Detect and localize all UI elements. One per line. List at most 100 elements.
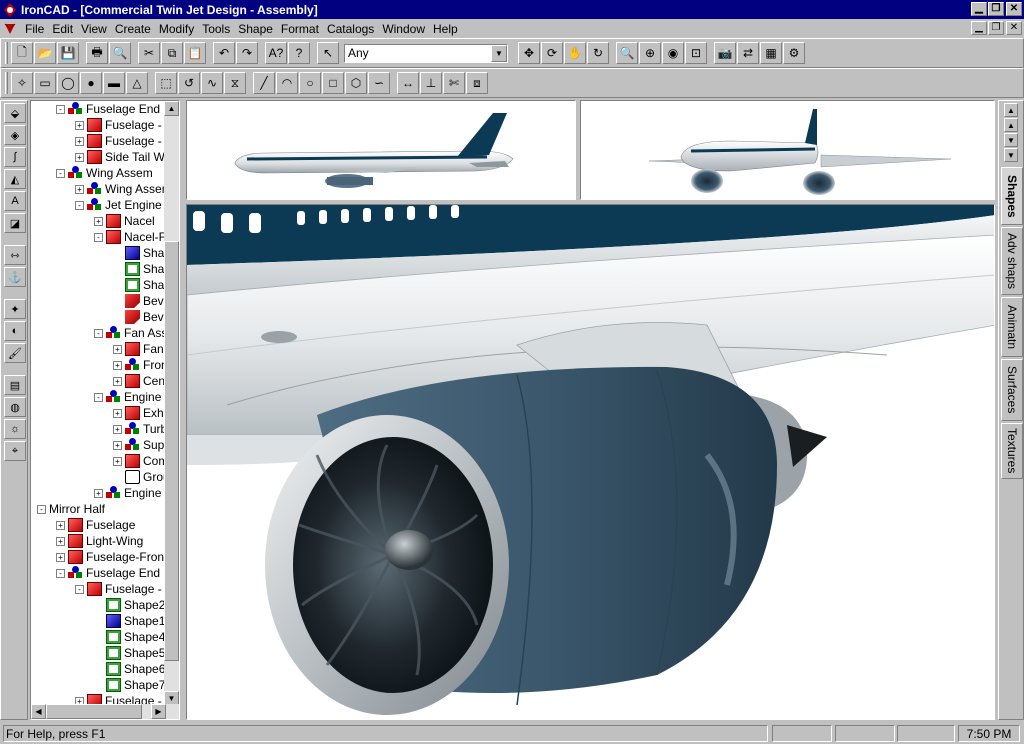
scroll-left-button[interactable]: ◀ [31, 704, 46, 719]
tree-node[interactable]: Shape7 [94, 677, 165, 693]
offset-button[interactable]: ⧈ [466, 72, 488, 94]
color-button[interactable]: ◐ [4, 321, 26, 341]
sphere-button[interactable]: ● [80, 72, 102, 94]
circle-button[interactable]: ○ [299, 72, 321, 94]
cylinder-button[interactable]: ◯ [57, 72, 79, 94]
tree-node[interactable]: Bev [113, 293, 164, 309]
paste-button[interactable]: 📋 [184, 42, 206, 64]
tree-node[interactable]: + Fan [113, 341, 164, 357]
tree-node[interactable]: - Jet Engine [75, 197, 162, 213]
tab-surfaces[interactable]: Surfaces [1001, 359, 1023, 421]
light-button[interactable]: ☼ [4, 419, 26, 439]
triball-button[interactable]: ✧ [11, 72, 33, 94]
walk-button[interactable]: ⇄ [737, 42, 759, 64]
arc-button[interactable]: ◠ [276, 72, 298, 94]
new-button[interactable]: 🗋 [11, 42, 33, 64]
toolbar-grip[interactable] [5, 42, 8, 64]
shape-button[interactable]: ◈ [4, 125, 26, 145]
expand-icon[interactable]: + [56, 536, 65, 546]
tree-node[interactable]: - Fuselage - E [75, 581, 166, 597]
rectangle-button[interactable]: □ [322, 72, 344, 94]
collapse-icon[interactable]: - [94, 232, 103, 242]
fit-view-button[interactable]: ⊡ [685, 42, 707, 64]
menu-format[interactable]: Format [277, 22, 323, 36]
bump-button[interactable]: ◍ [4, 397, 26, 417]
slab-button[interactable]: ▬ [103, 72, 125, 94]
tree-node[interactable]: + Nacel [94, 213, 155, 229]
doc-close-button[interactable]: ✕ [1006, 21, 1022, 35]
bspline-button[interactable]: ∽ [368, 72, 390, 94]
document-icon[interactable] [2, 21, 18, 37]
smart-dim-button[interactable]: ⇿ [4, 245, 26, 265]
polygon-button[interactable]: ⬡ [345, 72, 367, 94]
scroll-right-button[interactable]: ▶ [151, 704, 166, 719]
text-button[interactable]: A [4, 191, 26, 211]
constraint-button[interactable]: ⊥ [420, 72, 442, 94]
tab-animatn[interactable]: Animatn [1001, 297, 1023, 357]
tree-node[interactable]: + Sup [113, 437, 164, 453]
tree-node[interactable]: - Nacel-F [94, 229, 166, 245]
chevron-down-icon[interactable]: ▼ [491, 44, 507, 62]
scroll-up-button[interactable]: ▲ [164, 101, 179, 116]
tree-node[interactable]: Shape6 [94, 661, 165, 677]
tree-node[interactable]: Shape5 [94, 645, 165, 661]
menu-edit[interactable]: Edit [48, 22, 77, 36]
tree-node[interactable]: + Fron [113, 357, 166, 373]
orbit-button[interactable]: ⟳ [541, 42, 563, 64]
toolbar-grip[interactable] [5, 72, 8, 94]
zoom-window-button[interactable]: ⊕ [639, 42, 661, 64]
view-settings-button[interactable]: ⚙ [783, 42, 805, 64]
tree-node[interactable]: + Fuselage [56, 517, 135, 533]
tree-node[interactable]: + Engine I [94, 485, 166, 501]
pan-button[interactable]: ✋ [564, 42, 586, 64]
tree-node[interactable]: + Exh [113, 405, 164, 421]
doc-restore-button[interactable]: ❐ [988, 21, 1004, 35]
spin-button[interactable]: ↺ [178, 72, 200, 94]
hscroll-thumb[interactable] [46, 704, 142, 719]
tab-shapes[interactable]: Shapes [1001, 167, 1023, 225]
expand-icon[interactable]: + [56, 552, 65, 562]
tab-adv-shaps[interactable]: Adv shaps [1001, 227, 1023, 295]
viewport-side-view[interactable] [186, 100, 576, 200]
tree-node[interactable]: Sha [113, 261, 164, 277]
expand-icon[interactable]: + [75, 136, 84, 146]
expand-icon[interactable]: + [113, 424, 122, 434]
surface-button[interactable]: ◭ [4, 169, 26, 189]
tree-node[interactable]: + Fuselage-Front [56, 549, 166, 565]
menu-file[interactable]: File [21, 22, 48, 36]
redo-button[interactable]: ↷ [236, 42, 258, 64]
expand-icon[interactable]: + [113, 456, 122, 466]
print-preview-button[interactable]: 🔍 [109, 42, 131, 64]
catalog-scroll-top-button[interactable]: ▲ [1004, 103, 1018, 117]
doc-minimize-button[interactable]: ▁ [971, 21, 987, 35]
tree-node[interactable]: + Fuselage - E [75, 117, 166, 133]
menu-catalogs[interactable]: Catalogs [323, 22, 378, 36]
viewport-main-3d[interactable] [186, 204, 995, 720]
curve-button[interactable]: ∫ [4, 147, 26, 167]
collapse-icon[interactable]: - [56, 568, 65, 578]
whats-this-button[interactable]: ? [288, 42, 310, 64]
minimize-button[interactable]: ▁ [971, 2, 987, 16]
save-button[interactable]: 💾 [57, 42, 79, 64]
tree-node[interactable]: Bev [113, 309, 164, 325]
tree-node[interactable]: + Cen [113, 373, 165, 389]
catalog-scroll-down-button[interactable]: ▼ [1004, 133, 1018, 147]
look-at-button[interactable]: ◉ [662, 42, 684, 64]
expand-icon[interactable]: + [113, 344, 122, 354]
tree-node[interactable]: - Wing Assem [56, 165, 153, 181]
tab-textures[interactable]: Textures [1001, 423, 1023, 479]
paint-button[interactable]: 🖌 [4, 343, 26, 363]
menu-tools[interactable]: Tools [198, 22, 234, 36]
tree-node[interactable]: Sha [113, 277, 164, 293]
expand-icon[interactable]: + [75, 152, 84, 162]
menu-create[interactable]: Create [111, 22, 155, 36]
undo-button[interactable]: ↶ [213, 42, 235, 64]
anchor-button[interactable]: ⚓ [4, 267, 26, 287]
loft-button[interactable]: ⧖ [224, 72, 246, 94]
collapse-icon[interactable]: - [75, 200, 84, 210]
open-button[interactable]: 📂 [34, 42, 56, 64]
render-button[interactable]: ▦ [760, 42, 782, 64]
menu-modify[interactable]: Modify [155, 22, 198, 36]
viewport-front-view[interactable] [580, 100, 995, 200]
selection-filter-dropdown[interactable]: Any ▼ [344, 43, 508, 63]
